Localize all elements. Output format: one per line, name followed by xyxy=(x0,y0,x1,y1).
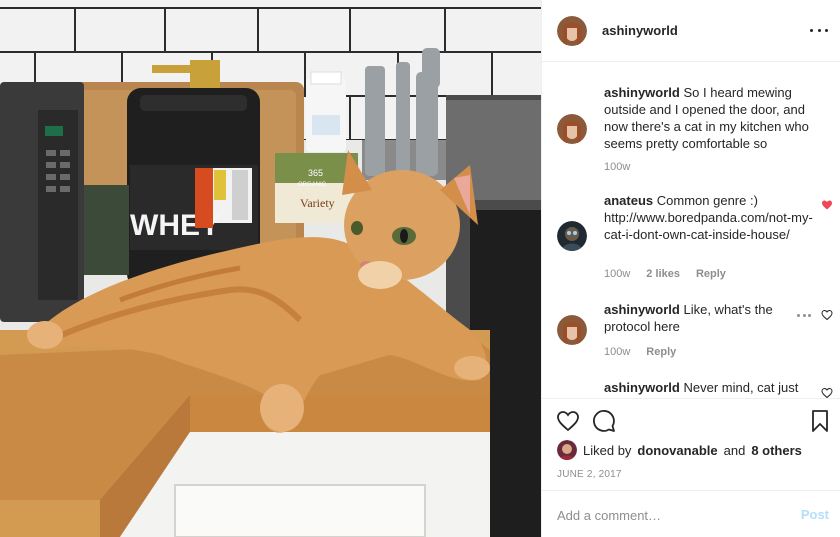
comment-like-heart-icon[interactable] xyxy=(821,309,833,321)
comment-username[interactable]: ashinyworld xyxy=(604,380,680,395)
likes-others-link[interactable]: 8 others xyxy=(751,443,802,458)
more-options-icon[interactable] xyxy=(810,22,828,38)
post-comment-button[interactable]: Post xyxy=(801,507,829,522)
svg-text:Variety: Variety xyxy=(300,196,335,210)
likes-prefix: Liked by xyxy=(583,442,632,458)
add-comment-input[interactable] xyxy=(557,505,777,525)
post-header: ashinyworld xyxy=(542,0,840,62)
comment-time[interactable]: 100w xyxy=(604,161,630,173)
svg-text:ORGANIC: ORGANIC xyxy=(298,182,327,188)
comment-time[interactable]: 100w xyxy=(604,346,630,358)
author-avatar[interactable] xyxy=(557,16,587,46)
comment-username[interactable]: anateus xyxy=(604,193,653,208)
commenter-avatar[interactable] xyxy=(557,315,587,345)
comment-like-heart-icon[interactable] xyxy=(821,387,833,398)
comment-body: ashinyworld So I heard mewing outside an… xyxy=(604,84,814,152)
likes-summary: Liked by donovanable and 8 others xyxy=(557,440,802,460)
post-sidebar: ashinyworld ashinyworld So I heard mewin… xyxy=(541,0,840,537)
liker-avatar[interactable] xyxy=(557,440,577,460)
svg-text:365: 365 xyxy=(308,168,323,178)
commenter-avatar[interactable] xyxy=(557,221,587,251)
comment-reply-button[interactable]: Reply xyxy=(696,268,726,280)
comment-meta: 100w Reply xyxy=(604,346,676,358)
comment-time[interactable]: 100w xyxy=(604,268,630,280)
comment-username[interactable]: ashinyworld xyxy=(604,302,680,317)
like-heart-icon[interactable] xyxy=(556,409,580,433)
comments-list[interactable]: ashinyworld So I heard mewing outside an… xyxy=(542,63,840,398)
commenter-avatar[interactable] xyxy=(557,114,587,144)
add-comment-bar: Post xyxy=(542,490,840,537)
liker-username[interactable]: donovanable xyxy=(637,443,717,458)
comment-meta: 100w xyxy=(604,161,630,173)
author-username[interactable]: ashinyworld xyxy=(602,23,678,38)
kitchen-cat-scene: WHEY 365 ORGANIC Variety xyxy=(0,0,541,537)
comment-meta: 100w 2 likes Reply xyxy=(604,268,726,280)
comment-likes[interactable]: 2 likes xyxy=(646,268,680,280)
likes-connector: and xyxy=(723,442,746,458)
comment-liked-heart-icon[interactable] xyxy=(821,199,833,211)
comment-body: anateus Common genre :) http://www.bored… xyxy=(604,192,814,243)
comment-body: ashinyworld Never mind, cat just xyxy=(604,379,814,396)
comment-bubble-icon[interactable] xyxy=(592,409,616,433)
bookmark-icon[interactable] xyxy=(808,409,832,433)
comment-options-icon[interactable] xyxy=(797,313,811,317)
post-photo[interactable]: WHEY 365 ORGANIC Variety xyxy=(0,0,541,537)
post-date[interactable]: JUNE 2, 2017 xyxy=(557,469,622,480)
comment-body: ashinyworld Like, what's the protocol he… xyxy=(604,301,814,335)
comment-text: Never mind, cat just xyxy=(683,380,799,395)
comment-reply-button[interactable]: Reply xyxy=(646,346,676,358)
comment-username[interactable]: ashinyworld xyxy=(604,85,680,100)
